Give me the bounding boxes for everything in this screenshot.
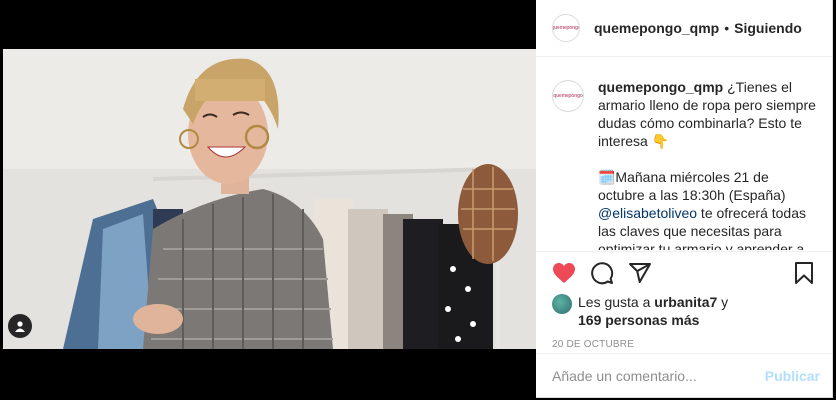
following-button[interactable]: Siguiendo xyxy=(734,20,802,36)
likes-summary: Les gusta a urbanita7 y 169 personas más xyxy=(552,293,816,329)
likes-connector: y xyxy=(717,294,729,310)
caption-comment: quemepongo quemepongo_qmp ¿Tienes el arm… xyxy=(552,78,816,250)
action-icons xyxy=(552,252,816,294)
separator-dot: • xyxy=(724,20,730,36)
caption-mention[interactable]: @elisabetoliveo xyxy=(598,205,697,221)
caption-text: quemepongo_qmp ¿Tienes el armario lleno … xyxy=(598,78,816,250)
avatar-logo: quemepongo xyxy=(553,93,583,99)
avatar[interactable]: quemepongo xyxy=(552,14,580,42)
likes-text: Les gusta a urbanita7 y 169 personas más xyxy=(578,293,728,329)
likes-count[interactable]: 169 personas más xyxy=(578,312,699,328)
post-date[interactable]: 20 DE OCTUBRE xyxy=(552,339,816,350)
liker-username[interactable]: urbanita7 xyxy=(654,294,717,310)
user-tag-icon[interactable] xyxy=(8,314,32,338)
heart-icon[interactable] xyxy=(552,261,576,285)
bookmark-icon[interactable] xyxy=(792,261,816,285)
post-actions: Les gusta a urbanita7 y 169 personas más… xyxy=(536,251,832,350)
post-header: quemepongo quemepongo_qmp • Siguiendo xyxy=(536,0,832,57)
caption-avatar[interactable]: quemepongo xyxy=(552,80,584,112)
caption-username[interactable]: quemepongo_qmp xyxy=(598,79,723,95)
publish-button[interactable]: Publicar xyxy=(765,368,820,384)
caption-line-2-prefix: 🗓️Mañana miércoles 21 de octubre a las 1… xyxy=(598,169,786,203)
post-media[interactable] xyxy=(0,0,536,400)
likes-prefix: Les gusta a xyxy=(578,294,655,310)
comment-input[interactable] xyxy=(552,368,765,384)
post-side-panel: quemepongo quemepongo_qmp • Siguiendo qu… xyxy=(536,0,833,398)
comment-icon[interactable] xyxy=(590,261,614,285)
add-comment-bar: Publicar xyxy=(536,353,832,398)
avatar-logo: quemepongo xyxy=(552,25,580,31)
photo-illustration xyxy=(3,49,536,349)
share-icon[interactable] xyxy=(628,261,652,285)
header-username[interactable]: quemepongo_qmp xyxy=(594,20,719,36)
post-photo[interactable] xyxy=(3,49,536,349)
liker-avatar[interactable] xyxy=(552,294,572,314)
caption-area[interactable]: quemepongo quemepongo_qmp ¿Tienes el arm… xyxy=(536,58,832,250)
